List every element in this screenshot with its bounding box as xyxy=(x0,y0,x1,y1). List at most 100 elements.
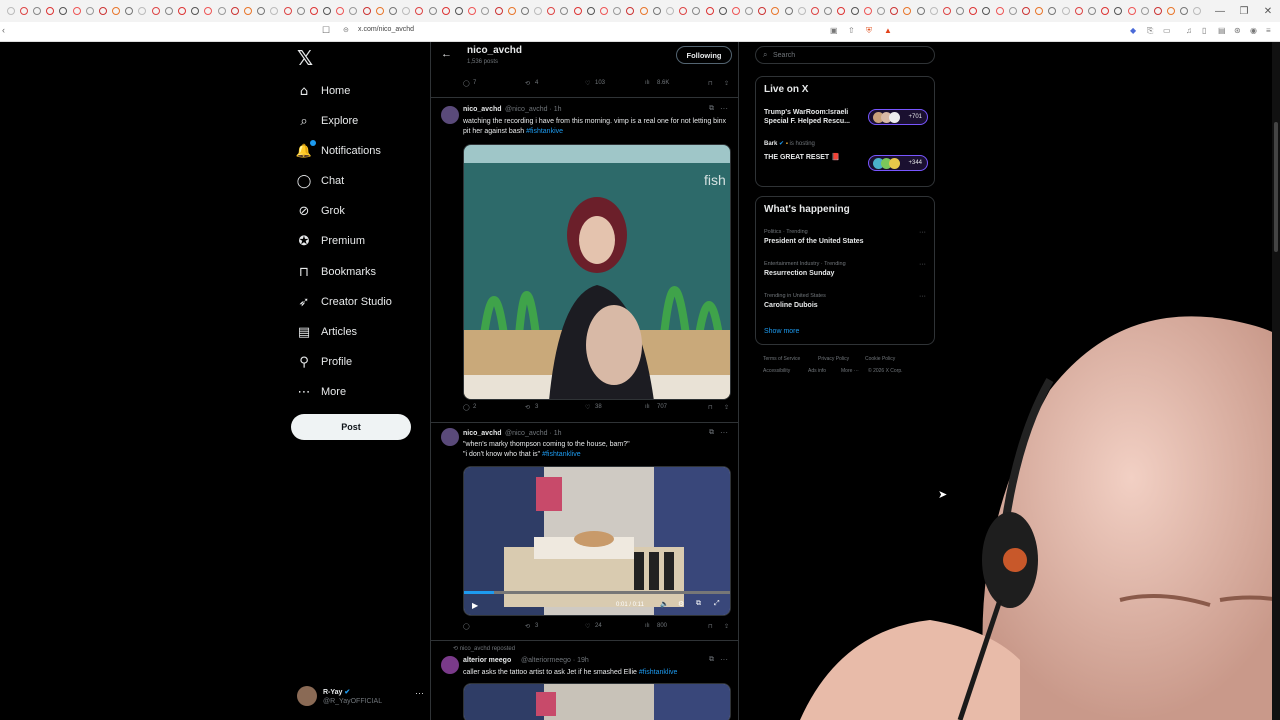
back-arrow-icon[interactable]: ‹ xyxy=(2,25,5,35)
browser-tab-icon[interactable] xyxy=(1022,7,1031,15)
browser-tab-icon[interactable] xyxy=(731,7,740,15)
browser-tab-icon[interactable] xyxy=(784,7,793,15)
like-icon[interactable]: ♡ xyxy=(585,404,590,411)
browser-tab-icon[interactable] xyxy=(1061,7,1070,15)
more-icon[interactable]: ··· xyxy=(415,688,424,698)
browser-tab-icon[interactable] xyxy=(494,7,503,15)
browser-tab-icon[interactable] xyxy=(705,7,714,15)
browser-tab-icon[interactable] xyxy=(942,7,951,15)
trend-name[interactable]: President of the United States xyxy=(764,238,864,245)
nav-item-bookmarks[interactable]: ⊓ Bookmarks xyxy=(297,261,376,283)
more-icon[interactable]: ··· xyxy=(919,261,926,268)
bookmark-icon[interactable]: ⊓ xyxy=(708,623,713,630)
fullscreen-icon[interactable]: ⤢ xyxy=(714,600,720,608)
live-item[interactable]: Trump's WarRoom:Israeli Special F. Helped… xyxy=(764,108,850,126)
maximize-icon[interactable]: ❐ xyxy=(1232,6,1256,17)
browser-tab-icon[interactable] xyxy=(639,7,648,15)
tweet-video[interactable]: ▶ 0:01 / 0:11 🔈 ⚙ ⧉ ⤢ xyxy=(463,466,731,616)
nav-item-creator-studio[interactable]: ➶ Creator Studio xyxy=(297,291,392,313)
brave-shield-icon[interactable]: ⛨ xyxy=(866,26,872,36)
browser-tab-icon[interactable] xyxy=(797,7,806,15)
post-button[interactable]: Post xyxy=(291,414,411,440)
browser-tab-icon[interactable] xyxy=(507,7,516,15)
more-icon[interactable]: ··· xyxy=(720,104,728,113)
browser-tab-icon[interactable] xyxy=(718,7,727,15)
browser-tab-icon[interactable] xyxy=(243,7,252,15)
browser-tab-icon[interactable] xyxy=(59,7,68,15)
browser-tab-icon[interactable] xyxy=(125,7,134,15)
tweet-image[interactable]: fish xyxy=(463,144,731,400)
browser-tab-icon[interactable] xyxy=(191,7,200,15)
browser-tab-icon[interactable] xyxy=(1114,7,1123,15)
extension-icon[interactable]: ◆ xyxy=(1130,26,1136,35)
browser-tab-icon[interactable] xyxy=(468,7,477,15)
browser-tab-icon[interactable] xyxy=(230,7,239,15)
browser-tab-icon[interactable] xyxy=(349,7,358,15)
browser-tab-icon[interactable] xyxy=(309,7,318,15)
browser-tab-icon[interactable] xyxy=(283,7,292,15)
browser-tab-icon[interactable] xyxy=(178,7,187,15)
more-icon[interactable]: ··· xyxy=(720,428,728,437)
share-icon[interactable]: ⇪ xyxy=(724,80,729,87)
browser-tab-icon[interactable] xyxy=(903,7,912,15)
browser-tab-icon[interactable] xyxy=(692,7,701,15)
nav-item-premium[interactable]: ✪ Premium xyxy=(297,230,365,252)
extension-icon[interactable]: ▭ xyxy=(1163,26,1171,35)
live-listeners-pill[interactable]: +344 xyxy=(868,155,928,171)
wallet-icon[interactable]: ▤ xyxy=(1218,26,1226,35)
browser-tab-icon[interactable] xyxy=(362,7,371,15)
tweet-author-name[interactable]: alterior meego xyxy=(463,657,511,664)
scrollbar[interactable] xyxy=(1272,42,1280,720)
tweet-author-name[interactable]: nico_avchd xyxy=(463,106,502,113)
avatar[interactable] xyxy=(441,428,459,446)
browser-tab-icon[interactable] xyxy=(441,7,450,15)
vpn-icon[interactable]: ◉ xyxy=(1250,26,1257,35)
browser-tab-icon[interactable] xyxy=(1193,7,1202,15)
tweet[interactable]: nico_avchd @nico_avchd · 1h ⧉ ··· watchi… xyxy=(431,97,738,422)
more-icon[interactable]: ··· xyxy=(919,229,926,236)
browser-tab-icon[interactable] xyxy=(481,7,490,15)
browser-tab-icon[interactable] xyxy=(916,7,925,15)
following-button[interactable]: Following xyxy=(676,46,732,64)
browser-tab-icon[interactable] xyxy=(164,7,173,15)
extension-icon[interactable]: ⊛ xyxy=(1234,26,1241,35)
browser-tab-icon[interactable] xyxy=(1048,7,1057,15)
more-icon[interactable]: ··· xyxy=(720,655,728,664)
browser-tab-icon[interactable] xyxy=(1180,7,1189,15)
browser-tab-icon[interactable] xyxy=(771,7,780,15)
hashtag-link[interactable]: #fishtanklive xyxy=(639,669,678,676)
browser-tab-icon[interactable] xyxy=(138,7,147,15)
repost-icon[interactable]: ⟲ xyxy=(525,80,530,87)
browser-tab-icon[interactable] xyxy=(600,7,609,15)
reply-icon[interactable]: ◯ xyxy=(463,80,470,87)
scrollbar-thumb[interactable] xyxy=(1274,122,1278,252)
browser-tab-icon[interactable] xyxy=(863,7,872,15)
like-icon[interactable]: ♡ xyxy=(585,623,590,630)
share-icon[interactable]: ⇪ xyxy=(724,404,729,411)
back-arrow-icon[interactable]: ← xyxy=(441,48,452,60)
hashtag-link[interactable]: #fishtankive xyxy=(526,128,563,135)
browser-tab-icon[interactable] xyxy=(745,7,754,15)
live-item[interactable]: THE GREAT RESET 📕 xyxy=(764,153,840,162)
browser-tab-icon[interactable] xyxy=(1140,7,1149,15)
repost-icon[interactable]: ⟲ xyxy=(525,404,530,411)
extension-icon[interactable]: ♫ xyxy=(1186,26,1192,35)
tweet-video[interactable] xyxy=(463,683,731,720)
browser-tab-icon[interactable] xyxy=(6,7,15,15)
browser-tab-icon[interactable] xyxy=(217,7,226,15)
bookmark-icon[interactable]: ⊓ xyxy=(708,80,713,87)
nav-item-articles[interactable]: ▤ Articles xyxy=(297,321,357,343)
bookmark-icon[interactable]: ⊓ xyxy=(708,404,713,411)
browser-tab-icon[interactable] xyxy=(375,7,384,15)
browser-tab-icon[interactable] xyxy=(534,7,543,15)
browser-tab-icon[interactable] xyxy=(969,7,978,15)
views-icon[interactable]: ılı xyxy=(645,404,650,410)
pip-icon[interactable]: ⧉ xyxy=(696,600,701,608)
tweet-author-name[interactable]: nico_avchd xyxy=(463,430,502,437)
browser-tab-icon[interactable] xyxy=(1074,7,1083,15)
views-icon[interactable]: ılı xyxy=(645,623,650,629)
browser-tab-icon[interactable] xyxy=(98,7,107,15)
views-icon[interactable]: ılı xyxy=(645,80,650,86)
nav-item-more[interactable]: ⋯ More xyxy=(297,381,347,403)
browser-tab-icon[interactable] xyxy=(652,7,661,15)
